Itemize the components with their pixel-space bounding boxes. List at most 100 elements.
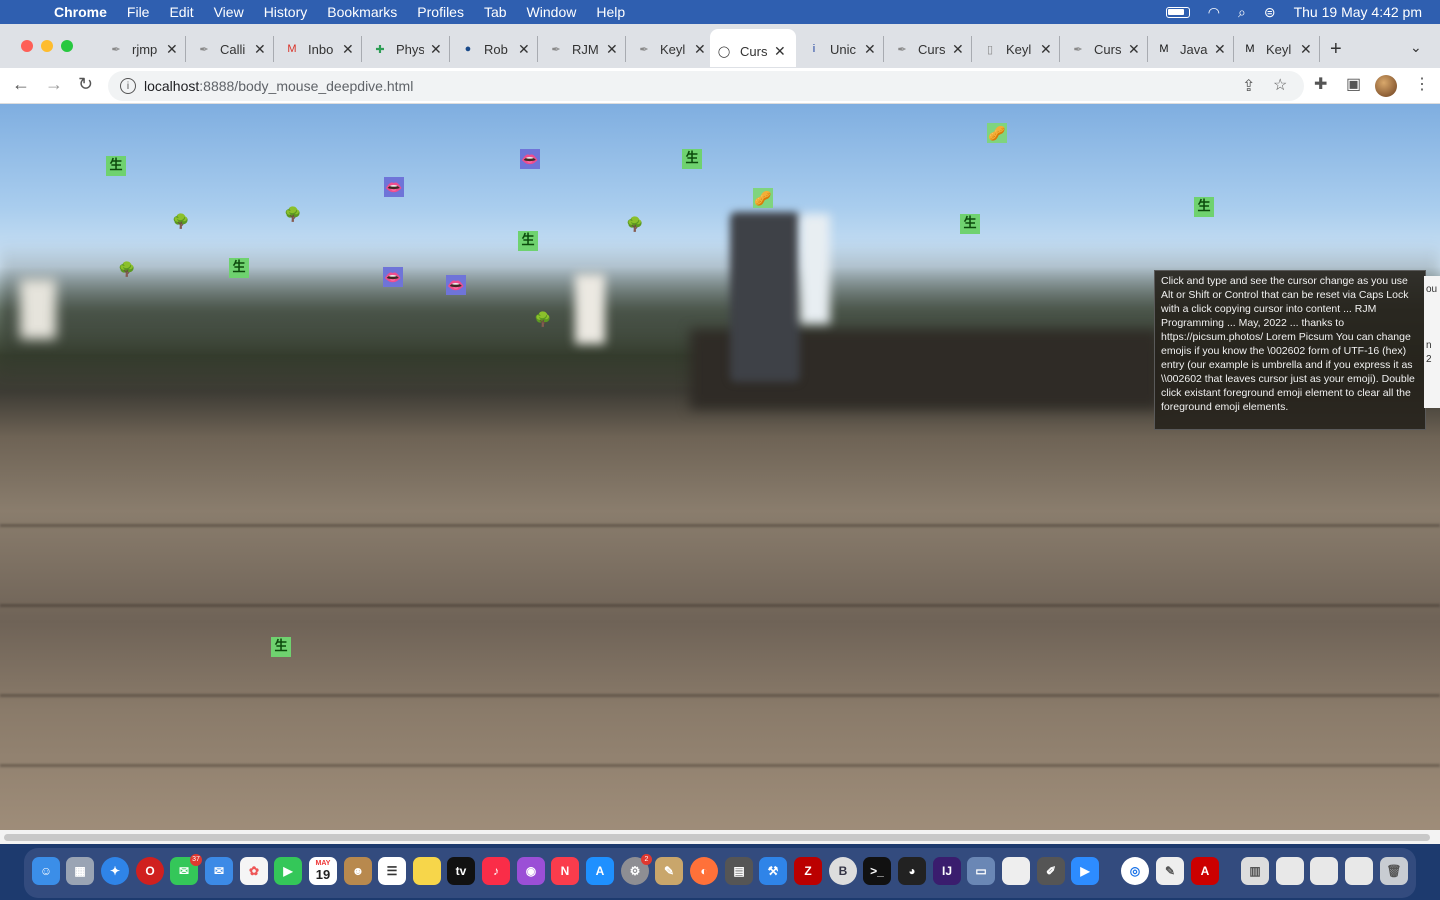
- emoji-green-char[interactable]: 生: [229, 258, 249, 278]
- tab-close-icon[interactable]: ✕: [694, 41, 706, 58]
- emoji-peanut[interactable]: 🥜: [753, 188, 773, 208]
- bookmark-star-icon[interactable]: ☆: [1273, 75, 1287, 95]
- emoji-green-char[interactable]: 生: [106, 156, 126, 176]
- reminders-icon[interactable]: ☰: [378, 857, 406, 885]
- tab-0[interactable]: ✒ rjmp ✕: [102, 36, 186, 62]
- safari-icon[interactable]: ✦: [101, 857, 129, 885]
- emoji-lips[interactable]: 👄: [446, 275, 466, 295]
- trash-icon[interactable]: 🗑: [1380, 857, 1408, 885]
- menu-profiles[interactable]: Profiles: [417, 4, 464, 20]
- emoji-green-char[interactable]: 生: [682, 149, 702, 169]
- new-tab-button[interactable]: +: [1330, 38, 1342, 61]
- news-icon[interactable]: N: [551, 857, 579, 885]
- tab-close-icon[interactable]: ✕: [342, 41, 354, 58]
- paint-palette-icon[interactable]: ✎: [655, 857, 683, 885]
- scrollbar-thumb[interactable]: [4, 834, 1430, 841]
- menu-edit[interactable]: Edit: [169, 4, 193, 20]
- tab-close-icon[interactable]: ✕: [166, 41, 178, 58]
- tab-close-icon[interactable]: ✕: [774, 43, 786, 60]
- firefox-icon[interactable]: ◐: [690, 857, 718, 885]
- emoji-lips[interactable]: 👄: [520, 149, 540, 169]
- share-icon[interactable]: ⇪: [1242, 76, 1255, 96]
- photos-icon[interactable]: ✿: [240, 857, 268, 885]
- emoji-tree[interactable]: 🌳: [171, 211, 191, 231]
- control-center-icon[interactable]: ⊜: [1264, 4, 1276, 21]
- screenshot-thumbnail-icon[interactable]: [1310, 857, 1338, 885]
- music-icon[interactable]: ♪: [482, 857, 510, 885]
- preview-icon[interactable]: ▭: [967, 857, 995, 885]
- bbedit-icon[interactable]: B: [829, 857, 857, 885]
- tab-close-icon[interactable]: ✕: [1040, 41, 1052, 58]
- apple-tv-icon[interactable]: tv: [447, 857, 475, 885]
- address-bar[interactable]: i localhost:8888/body_mouse_deepdive.htm…: [108, 71, 1304, 101]
- emoji-lips[interactable]: 👄: [384, 177, 404, 197]
- tab-3[interactable]: ✚ Phys ✕: [366, 36, 450, 62]
- podcasts-icon[interactable]: ◉: [517, 857, 545, 885]
- emoji-green-char[interactable]: 生: [271, 637, 291, 657]
- tab-5[interactable]: ✒ RJM ✕: [542, 36, 626, 62]
- back-arrow-icon[interactable]: ←: [12, 74, 30, 95]
- tab-close-icon[interactable]: ✕: [952, 41, 964, 58]
- screenshot-thumbnail-icon[interactable]: [1345, 857, 1373, 885]
- screenshot-thumbnail-icon[interactable]: [1276, 857, 1304, 885]
- emoji-tree[interactable]: 🌳: [625, 214, 645, 234]
- zoom-icon[interactable]: ▶: [1071, 857, 1099, 885]
- mastodon-elephant-icon[interactable]: ◕: [898, 857, 926, 885]
- tab-4[interactable]: ● Rob ✕: [454, 36, 538, 62]
- horizontal-scrollbar[interactable]: [0, 830, 1440, 844]
- emoji-tree[interactable]: 🌳: [117, 259, 137, 279]
- tab-13[interactable]: M Keyl ✕: [1236, 36, 1320, 62]
- chrome-icon[interactable]: ◎: [1121, 857, 1149, 885]
- contacts-icon[interactable]: ☻: [344, 857, 372, 885]
- tab-close-icon[interactable]: ✕: [1214, 41, 1226, 58]
- tab-close-icon[interactable]: ✕: [606, 41, 618, 58]
- emoji-green-char[interactable]: 生: [518, 231, 538, 251]
- calculator-icon[interactable]: ▤: [725, 857, 753, 885]
- wifi-icon[interactable]: ◠: [1208, 4, 1220, 21]
- side-panel-icon[interactable]: ▣: [1346, 74, 1361, 94]
- mail-icon[interactable]: ✉: [205, 857, 233, 885]
- intellij-icon[interactable]: IJ: [933, 857, 961, 885]
- fullscreen-window-button[interactable]: [61, 40, 73, 52]
- tab-close-icon[interactable]: ✕: [1300, 41, 1312, 58]
- tab-close-icon[interactable]: ✕: [254, 41, 266, 58]
- opera-icon[interactable]: O: [136, 857, 164, 885]
- menu-app-name[interactable]: Chrome: [54, 4, 107, 20]
- facetime-icon[interactable]: ▶: [274, 857, 302, 885]
- emoji-tree[interactable]: 🌳: [283, 204, 303, 224]
- profile-avatar[interactable]: [1375, 75, 1397, 97]
- tab-12[interactable]: M Java ✕: [1150, 36, 1234, 62]
- launchpad-icon[interactable]: ▦: [66, 857, 94, 885]
- minimize-window-button[interactable]: [41, 40, 53, 52]
- tab-close-icon[interactable]: ✕: [430, 41, 442, 58]
- filezilla-icon[interactable]: Z: [794, 857, 822, 885]
- xcode-icon[interactable]: ⚒: [759, 857, 787, 885]
- calendar-icon[interactable]: MAY 19: [309, 857, 337, 885]
- blank-document-icon[interactable]: [1002, 857, 1030, 885]
- tab-9[interactable]: ✒ Curs ✕: [888, 36, 972, 62]
- battery-icon[interactable]: [1165, 6, 1190, 18]
- tab-8[interactable]: i Unic ✕: [800, 36, 884, 62]
- notes-icon[interactable]: [413, 857, 441, 885]
- menu-bookmarks[interactable]: Bookmarks: [327, 4, 397, 20]
- tab-1[interactable]: ✒ Calli ✕: [190, 36, 274, 62]
- tab-close-icon[interactable]: ✕: [518, 41, 530, 58]
- tab-11[interactable]: ✒ Curs ✕: [1064, 36, 1148, 62]
- extensions-puzzle-icon[interactable]: ✚: [1314, 74, 1327, 94]
- textedit-icon[interactable]: ✎: [1156, 857, 1184, 885]
- close-window-button[interactable]: [21, 40, 33, 52]
- menu-file[interactable]: File: [127, 4, 150, 20]
- acrobat-icon[interactable]: A: [1191, 857, 1219, 885]
- tab-close-icon[interactable]: ✕: [864, 41, 876, 58]
- app-store-icon[interactable]: A: [586, 857, 614, 885]
- menu-history[interactable]: History: [264, 4, 308, 20]
- terminal-icon[interactable]: >_: [863, 857, 891, 885]
- emoji-tree[interactable]: 🌳: [533, 309, 553, 329]
- spotlight-search-icon[interactable]: ⌕: [1238, 4, 1246, 21]
- tab-close-icon[interactable]: ✕: [1128, 41, 1140, 58]
- tab-6[interactable]: ✒ Keyl ✕: [630, 36, 714, 62]
- menu-tab[interactable]: Tab: [484, 4, 507, 20]
- finder-icon[interactable]: ☺: [32, 857, 60, 885]
- downloads-stack-icon[interactable]: ▥: [1241, 857, 1269, 885]
- emoji-green-char[interactable]: 生: [960, 214, 980, 234]
